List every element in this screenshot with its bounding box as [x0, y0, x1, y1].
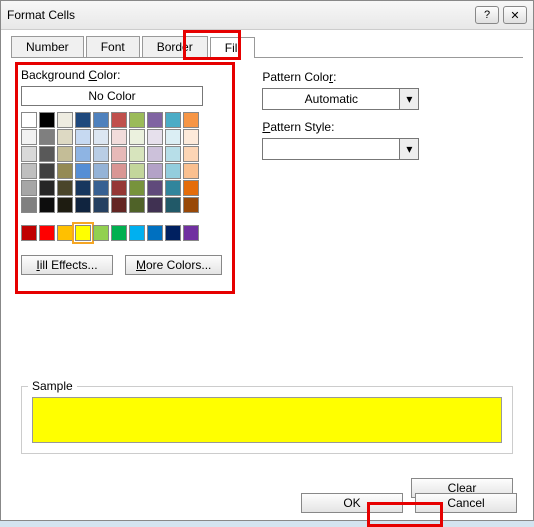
color-swatch[interactable]: [165, 197, 181, 213]
color-swatch[interactable]: [57, 129, 73, 145]
color-swatch[interactable]: [39, 129, 55, 145]
background-color-label: Background Color:: [21, 68, 222, 82]
no-color-button[interactable]: No Color: [21, 86, 203, 106]
color-swatch[interactable]: [183, 180, 199, 196]
color-swatch[interactable]: [165, 163, 181, 179]
color-swatch[interactable]: [21, 225, 37, 241]
sample-group: Sample: [21, 386, 513, 454]
color-swatch[interactable]: [93, 225, 109, 241]
color-swatch[interactable]: [111, 197, 127, 213]
chevron-down-icon: ▾: [399, 89, 418, 109]
color-swatch[interactable]: [147, 197, 163, 213]
color-swatch[interactable]: [165, 146, 181, 162]
window-title: Format Cells: [7, 8, 471, 22]
color-swatch[interactable]: [21, 180, 37, 196]
more-colors-button[interactable]: More Colors...: [125, 255, 222, 275]
standard-color-row: [21, 225, 222, 241]
sample-preview: [32, 397, 502, 443]
color-swatch[interactable]: [75, 225, 91, 241]
titlebar: Format Cells ? ✕: [1, 1, 533, 30]
tab-number[interactable]: Number: [11, 36, 84, 57]
color-swatch[interactable]: [75, 163, 91, 179]
tab-font[interactable]: Font: [86, 36, 140, 57]
color-swatch[interactable]: [165, 129, 181, 145]
ok-button[interactable]: OK: [301, 493, 403, 513]
color-swatch[interactable]: [165, 112, 181, 128]
pattern-color-value: Automatic: [263, 92, 399, 106]
color-swatch[interactable]: [183, 146, 199, 162]
color-swatch[interactable]: [111, 129, 127, 145]
color-swatch[interactable]: [93, 112, 109, 128]
color-swatch[interactable]: [183, 163, 199, 179]
color-swatch[interactable]: [75, 129, 91, 145]
color-swatch[interactable]: [21, 112, 37, 128]
color-swatch[interactable]: [129, 163, 145, 179]
color-swatch[interactable]: [129, 146, 145, 162]
color-swatch[interactable]: [75, 180, 91, 196]
color-swatch[interactable]: [75, 146, 91, 162]
tab-fill[interactable]: Fill: [210, 37, 255, 58]
theme-color-palette: [21, 112, 222, 213]
color-swatch[interactable]: [129, 112, 145, 128]
fill-effects-button[interactable]: Iill Effects...: [21, 255, 113, 275]
color-swatch[interactable]: [39, 146, 55, 162]
color-swatch[interactable]: [111, 163, 127, 179]
color-swatch[interactable]: [57, 197, 73, 213]
color-swatch[interactable]: [147, 112, 163, 128]
color-swatch[interactable]: [183, 197, 199, 213]
color-swatch[interactable]: [147, 225, 163, 241]
color-swatch[interactable]: [39, 180, 55, 196]
color-swatch[interactable]: [129, 225, 145, 241]
chevron-down-icon: ▾: [399, 139, 418, 159]
pattern-style-label: Pattern Style:: [262, 120, 419, 134]
color-swatch[interactable]: [57, 163, 73, 179]
color-swatch[interactable]: [21, 129, 37, 145]
color-swatch[interactable]: [147, 129, 163, 145]
color-swatch[interactable]: [183, 129, 199, 145]
color-swatch[interactable]: [75, 197, 91, 213]
color-swatch[interactable]: [93, 129, 109, 145]
color-swatch[interactable]: [165, 225, 181, 241]
cancel-button[interactable]: Cancel: [415, 493, 517, 513]
color-swatch[interactable]: [57, 112, 73, 128]
color-swatch[interactable]: [147, 180, 163, 196]
color-swatch[interactable]: [93, 197, 109, 213]
color-swatch[interactable]: [39, 112, 55, 128]
tabs: NumberFontBorderFill: [11, 36, 523, 58]
sample-label: Sample: [28, 379, 77, 393]
color-swatch[interactable]: [165, 180, 181, 196]
color-swatch[interactable]: [111, 225, 127, 241]
color-swatch[interactable]: [39, 163, 55, 179]
close-button[interactable]: ✕: [503, 6, 527, 24]
color-swatch[interactable]: [39, 197, 55, 213]
color-swatch[interactable]: [93, 146, 109, 162]
color-swatch[interactable]: [57, 146, 73, 162]
color-swatch[interactable]: [147, 163, 163, 179]
color-swatch[interactable]: [57, 225, 73, 241]
pattern-color-label: Pattern Color:: [262, 70, 419, 84]
color-swatch[interactable]: [183, 225, 199, 241]
color-swatch[interactable]: [129, 180, 145, 196]
help-button[interactable]: ?: [475, 6, 499, 24]
color-swatch[interactable]: [93, 163, 109, 179]
color-swatch[interactable]: [57, 180, 73, 196]
color-swatch[interactable]: [39, 225, 55, 241]
color-swatch[interactable]: [147, 146, 163, 162]
color-swatch[interactable]: [21, 197, 37, 213]
color-swatch[interactable]: [183, 112, 199, 128]
color-swatch[interactable]: [111, 180, 127, 196]
pattern-style-combo[interactable]: ▾: [262, 138, 419, 160]
pattern-color-combo[interactable]: Automatic ▾: [262, 88, 419, 110]
color-swatch[interactable]: [75, 112, 91, 128]
color-swatch[interactable]: [93, 180, 109, 196]
color-swatch[interactable]: [129, 129, 145, 145]
format-cells-dialog: Format Cells ? ✕ NumberFontBorderFill Ba…: [0, 0, 534, 521]
color-swatch[interactable]: [111, 146, 127, 162]
color-swatch[interactable]: [21, 163, 37, 179]
color-swatch[interactable]: [129, 197, 145, 213]
color-swatch[interactable]: [21, 146, 37, 162]
tab-border[interactable]: Border: [142, 36, 208, 57]
color-swatch[interactable]: [111, 112, 127, 128]
